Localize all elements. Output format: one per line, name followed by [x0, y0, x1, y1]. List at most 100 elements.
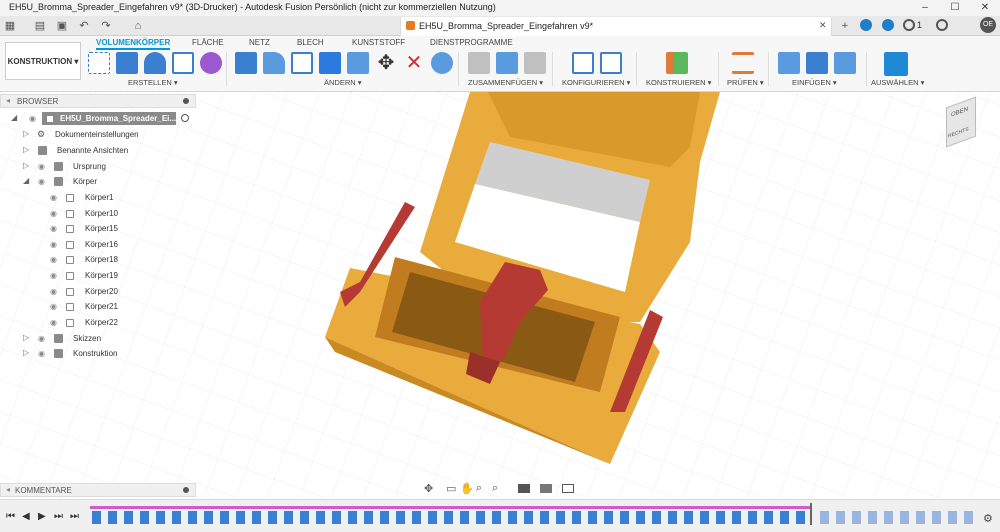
create-form-icon[interactable] [200, 52, 222, 74]
display-settings-icon[interactable] [518, 484, 530, 493]
redo-icon[interactable]: ↷ [99, 19, 113, 33]
notifications-icon[interactable] [882, 19, 894, 31]
collapse-icon[interactable]: ◂ [6, 485, 10, 494]
pan-icon[interactable]: ✋ [460, 482, 474, 495]
tab-kunststoff[interactable]: KUNSTSTOFF [352, 38, 405, 47]
extrude-icon[interactable] [116, 52, 138, 74]
browser-item-konstruktion[interactable]: ▷ ◉ Konstruktion [0, 347, 196, 361]
timeline-features-suppressed[interactable] [820, 511, 980, 524]
visibility-eye-icon[interactable]: ◉ [29, 114, 39, 123]
save-icon[interactable]: ▣ [55, 19, 69, 33]
configure-icon[interactable] [572, 52, 594, 74]
joint-origin-icon[interactable] [524, 52, 546, 74]
browser-item-skizzen[interactable]: ▷ ◉ Skizzen [0, 332, 196, 346]
revolve-icon[interactable] [144, 52, 166, 74]
visibility-eye-icon[interactable]: ◉ [50, 240, 60, 249]
fillet-icon[interactable] [263, 52, 285, 74]
group-zusammenfuegen[interactable]: ZUSAMMENFÜGEN ▾ [468, 78, 543, 87]
collapse-icon[interactable]: ◂ [6, 96, 10, 105]
timeline-features[interactable] [92, 511, 812, 524]
visibility-eye-icon[interactable]: ◉ [50, 271, 60, 280]
tab-netz[interactable]: NETZ [249, 38, 270, 47]
tab-flaeche[interactable]: FLÄCHE [192, 38, 224, 47]
group-konfigurieren[interactable]: KONFIGURIEREN ▾ [562, 78, 630, 87]
expand-arrow-icon[interactable]: ◢ [11, 113, 17, 122]
split-body-icon[interactable] [347, 52, 369, 74]
viewports-icon[interactable] [562, 484, 574, 493]
tab-dienstprogramme[interactable]: DIENSTPROGRAMME [430, 38, 513, 47]
expand-arrow-icon[interactable]: ▷ [23, 129, 29, 138]
comments-pin-icon[interactable] [183, 487, 189, 493]
app-grid-icon[interactable]: ▦ [3, 19, 17, 33]
align-icon[interactable] [431, 52, 453, 74]
activate-radio-icon[interactable] [181, 114, 189, 122]
browser-pin-icon[interactable] [183, 98, 189, 104]
help-icon[interactable] [936, 19, 948, 31]
select-icon[interactable] [884, 52, 908, 76]
home-icon[interactable]: ⌂ [131, 19, 145, 33]
visibility-eye-icon[interactable]: ◉ [50, 287, 60, 296]
joint-icon[interactable] [468, 52, 490, 74]
visibility-eye-icon[interactable]: ◉ [50, 318, 60, 327]
group-einfuegen[interactable]: EINFÜGEN ▾ [792, 78, 837, 87]
create-sketch-icon[interactable] [88, 52, 110, 74]
shell-icon[interactable] [291, 52, 313, 74]
tab-blech[interactable]: BLECH [297, 38, 324, 47]
visibility-eye-icon[interactable]: ◉ [38, 177, 48, 186]
group-erstellen[interactable]: ERSTELLEN ▾ [128, 78, 178, 87]
visibility-eye-icon[interactable]: ◉ [50, 302, 60, 311]
close-window-button[interactable]: ✕ [970, 0, 1000, 16]
browser-item-ursprung[interactable]: ▷ ◉ Ursprung [0, 160, 196, 174]
move-icon[interactable]: ✥ [375, 52, 397, 74]
visibility-eye-icon[interactable]: ◉ [50, 209, 60, 218]
browser-body-item[interactable]: ◉ Körper19 [0, 269, 196, 283]
browser-body-item[interactable]: ◉ Körper20 [0, 285, 196, 299]
group-konstruieren[interactable]: KONSTRUIEREN ▾ [646, 78, 711, 87]
browser-header[interactable]: ◂ BROWSER [0, 94, 196, 108]
comments-panel[interactable]: ◂ KOMMENTARE [0, 483, 196, 497]
browser-root[interactable]: ◢ ◉ EH5U_Bromma_Spreader_Ei... [0, 112, 196, 126]
maximize-button[interactable]: ☐ [940, 0, 970, 16]
expand-arrow-icon[interactable]: ▷ [23, 348, 29, 357]
expand-arrow-icon[interactable]: ▷ [23, 145, 29, 154]
timeline-back-icon[interactable]: ◀ [22, 511, 30, 522]
undo-icon[interactable]: ↶ [77, 19, 91, 33]
grid-settings-icon[interactable] [540, 484, 552, 493]
browser-body-item[interactable]: ◉ Körper15 [0, 222, 196, 236]
browser-body-item[interactable]: ◉ Körper22 [0, 316, 196, 330]
visibility-eye-icon[interactable]: ◉ [50, 193, 60, 202]
visibility-eye-icon[interactable]: ◉ [38, 162, 48, 171]
timeline-settings-icon[interactable]: ⚙ [983, 512, 993, 525]
workspace-selector[interactable]: KONSTRUKTION ▾ [5, 42, 81, 80]
browser-item-benannte-ansichten[interactable]: ▷ Benannte Ansichten [0, 144, 196, 158]
browser-body-item[interactable]: ◉ Körper18 [0, 253, 196, 267]
group-aendern[interactable]: ÄNDERN ▾ [324, 78, 362, 87]
group-auswaehlen[interactable]: AUSWÄHLEN ▾ [871, 78, 924, 87]
insert-mesh-icon[interactable] [806, 52, 828, 74]
as-built-joint-icon[interactable] [496, 52, 518, 74]
press-pull-icon[interactable] [235, 52, 257, 74]
expand-arrow-icon[interactable]: ▷ [23, 161, 29, 170]
timeline-forward-icon[interactable]: ⏭ [54, 511, 63, 522]
sweep-icon[interactable] [172, 52, 194, 74]
visibility-eye-icon[interactable]: ◉ [50, 255, 60, 264]
orbit-icon[interactable]: ✥ [424, 482, 433, 495]
visibility-eye-icon[interactable]: ◉ [50, 224, 60, 233]
browser-body-item[interactable]: ◉ Körper1 [0, 191, 196, 205]
visibility-eye-icon[interactable]: ◉ [38, 349, 48, 358]
new-tab-icon[interactable]: + [838, 19, 852, 33]
zoom-icon[interactable]: ⌕ [476, 482, 482, 495]
job-status-icon[interactable] [903, 19, 915, 31]
visibility-eye-icon[interactable]: ◉ [38, 334, 48, 343]
browser-body-item[interactable]: ◉ Körper21 [0, 300, 196, 314]
configuration-table-icon[interactable] [600, 52, 622, 74]
document-tab[interactable]: EH5U_Bromma_Spreader_Eingefahren v9* ✕ [400, 17, 832, 36]
timeline-start-icon[interactable]: ⏮ [6, 511, 15, 522]
insert-canvas-icon[interactable] [834, 52, 856, 74]
document-close-button[interactable]: ✕ [819, 20, 827, 31]
insert-derive-icon[interactable] [778, 52, 800, 74]
measure-icon[interactable] [732, 52, 754, 74]
browser-item-dokumenteinstellungen[interactable]: ▷ ⚙ Dokumenteinstellungen [0, 128, 196, 142]
minimize-button[interactable]: – [910, 0, 940, 16]
extensions-icon[interactable] [860, 19, 872, 31]
